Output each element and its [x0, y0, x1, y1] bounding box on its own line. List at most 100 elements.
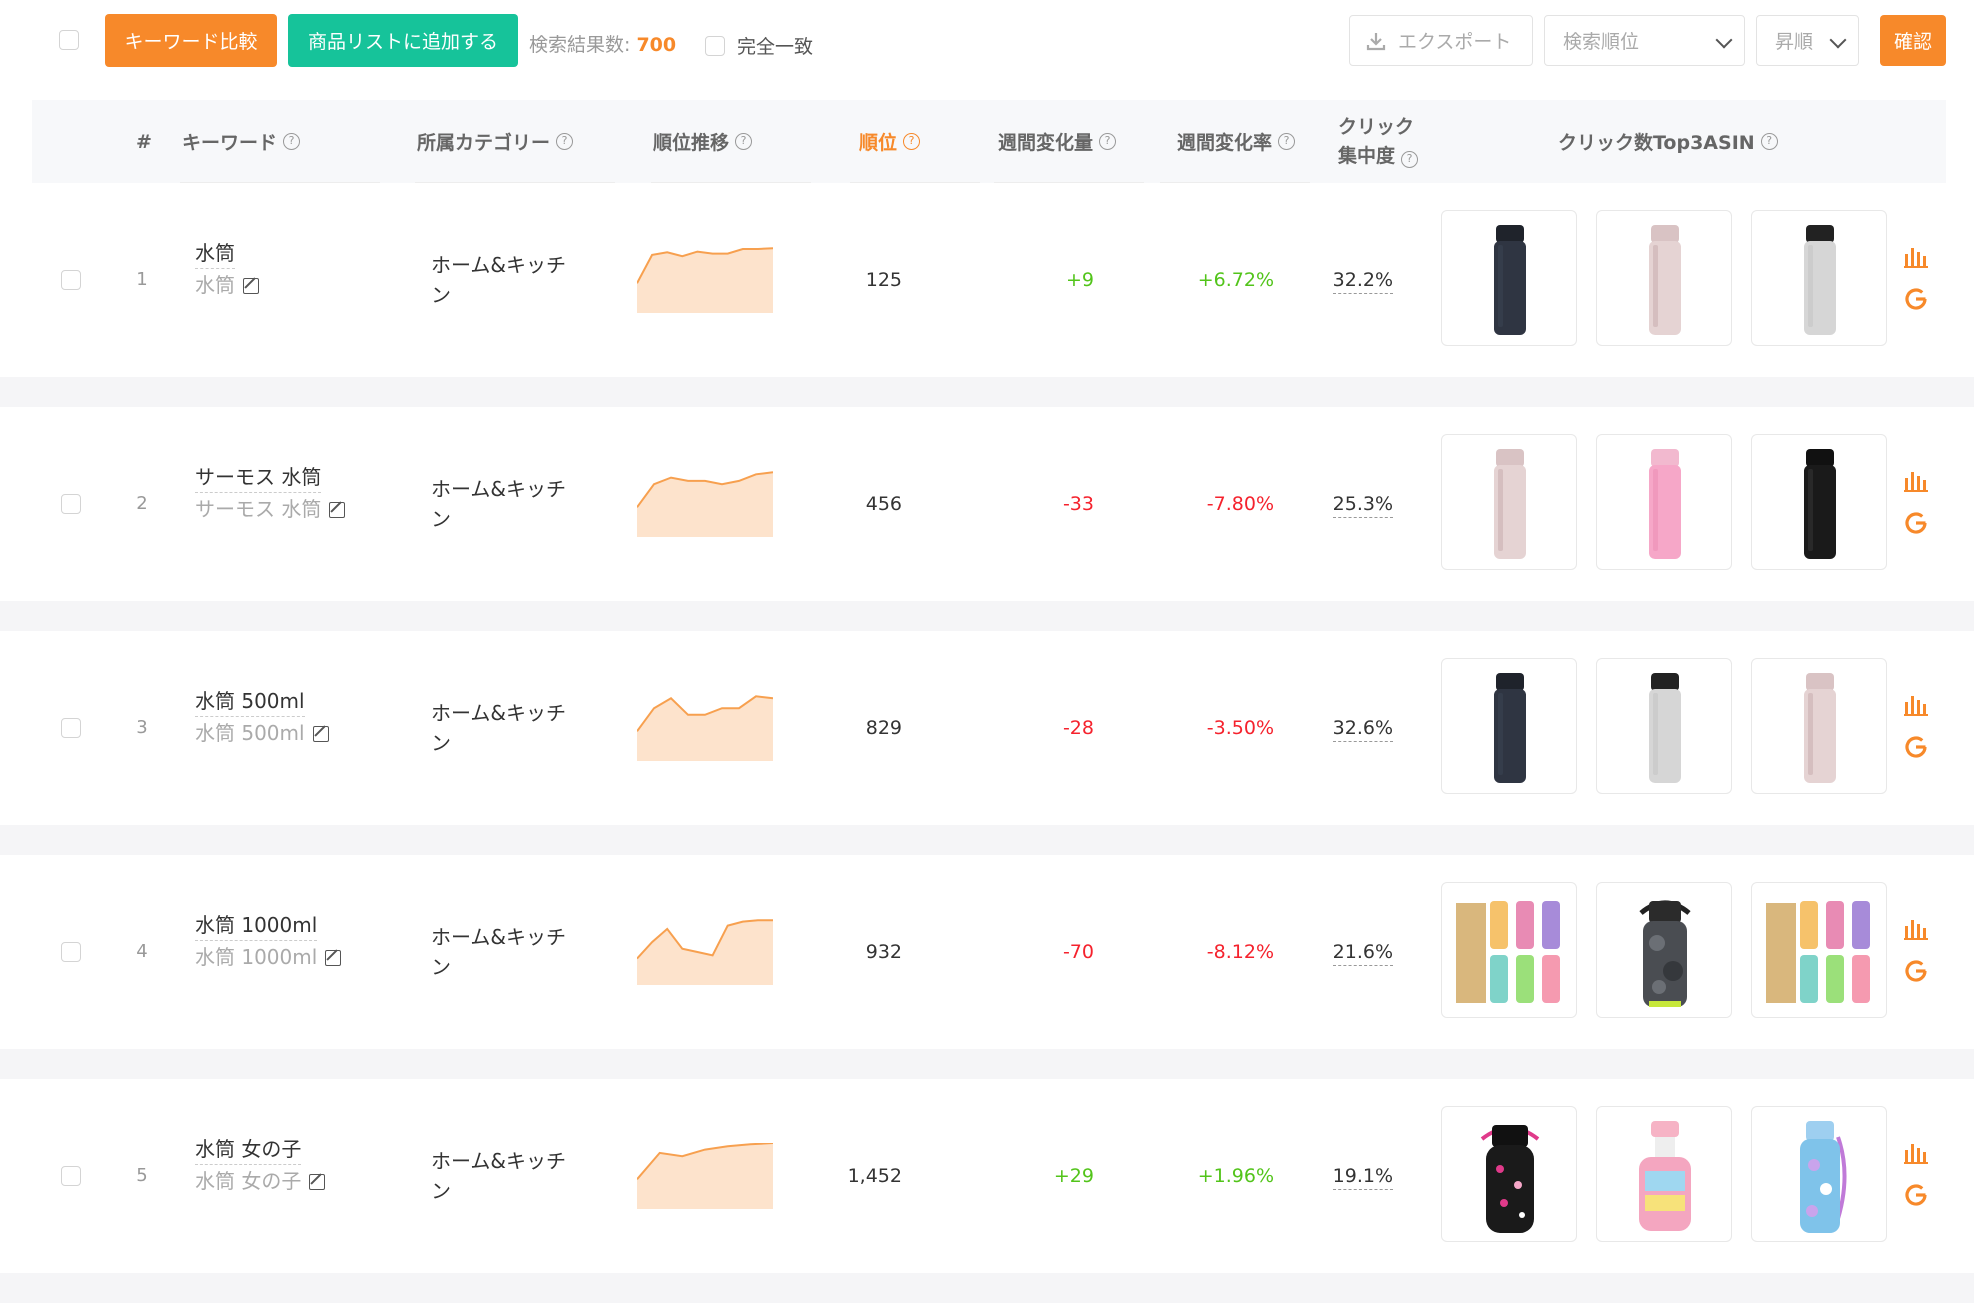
result-count: 700 [636, 34, 677, 56]
rank-trend-sparkline[interactable] [636, 471, 774, 537]
rank-trend-sparkline[interactable] [636, 695, 774, 761]
table-row[interactable]: 2 サーモス 水筒 サーモス 水筒 ホーム&キッチ ン 456 -33 -7.8… [0, 407, 1974, 601]
row-checkbox[interactable] [61, 942, 81, 962]
product-thumbnail[interactable] [1596, 210, 1732, 346]
product-thumbnail[interactable] [1751, 210, 1887, 346]
col-rank[interactable]: 順位? [859, 100, 921, 183]
table-row[interactable]: 4 水筒 1000ml 水筒 1000ml ホーム&キッチ ン 932 -70 … [0, 855, 1974, 1049]
row-checkbox[interactable] [61, 1166, 81, 1186]
click-concentration-value: 25.3% [1313, 493, 1393, 518]
product-thumbnail[interactable] [1441, 882, 1577, 1018]
col-weekly-change[interactable]: 週間変化量? [998, 100, 1117, 183]
export-button[interactable]: エクスポート [1349, 15, 1533, 66]
help-icon[interactable]: ? [556, 133, 574, 150]
keyword-link[interactable]: サーモス 水筒 [195, 461, 322, 493]
row-index: 4 [136, 941, 148, 962]
product-thumbnail[interactable] [1441, 658, 1577, 794]
product-thumbnail[interactable] [1441, 1106, 1577, 1242]
click-concentration-value: 32.6% [1313, 717, 1393, 742]
help-icon[interactable]: ? [1760, 133, 1778, 150]
product-thumbnail[interactable] [1751, 1106, 1887, 1242]
bar-chart-icon[interactable] [1904, 694, 1928, 716]
google-search-icon[interactable] [1904, 959, 1928, 983]
select-all-checkbox[interactable] [59, 30, 79, 50]
edit-icon[interactable] [243, 278, 259, 294]
rank-trend-sparkline[interactable] [636, 247, 774, 313]
sort-order-select[interactable]: 昇順 [1756, 15, 1859, 66]
google-search-icon[interactable] [1904, 735, 1928, 759]
edit-icon[interactable] [325, 950, 342, 966]
row-checkbox[interactable] [61, 270, 81, 290]
edit-icon[interactable] [312, 726, 329, 742]
col-click-concentration[interactable]: クリック 集中度? [1338, 100, 1419, 183]
bar-chart-icon[interactable] [1904, 470, 1928, 492]
col-category[interactable]: 所属カテゴリー? [417, 100, 574, 183]
col-top3-asin[interactable]: クリック数Top3ASIN? [1558, 100, 1778, 183]
row-separator [0, 825, 1974, 855]
table-row[interactable]: 3 水筒 500ml 水筒 500ml ホーム&キッチ ン 829 -28 -3… [0, 631, 1974, 825]
product-thumbnail[interactable] [1596, 658, 1732, 794]
row-checkbox[interactable] [61, 718, 81, 738]
rank-value: 829 [865, 717, 902, 739]
keyword-translation: 水筒 女の子 [195, 1165, 326, 1194]
help-icon[interactable]: ? [735, 133, 753, 150]
keyword-translation: 水筒 [195, 269, 259, 298]
keyword-link[interactable]: 水筒 女の子 [195, 1133, 302, 1165]
category-cell: ホーム&キッチ ン [431, 474, 571, 534]
product-thumbnail[interactable] [1596, 1106, 1732, 1242]
chevron-down-icon [1829, 31, 1847, 48]
bar-chart-icon[interactable] [1904, 918, 1928, 940]
col-keyword[interactable]: キーワード? [182, 100, 301, 183]
help-icon[interactable]: ? [1099, 133, 1117, 150]
help-icon[interactable]: ? [1401, 150, 1419, 168]
sort-order-value: 昇順 [1775, 31, 1814, 53]
product-thumbnail[interactable] [1441, 434, 1577, 570]
exact-match-checkbox[interactable] [705, 36, 725, 56]
edit-icon[interactable] [329, 502, 346, 518]
weekly-rate-value: -8.12% [1206, 941, 1274, 963]
help-icon[interactable]: ? [1278, 133, 1296, 150]
google-search-icon[interactable] [1904, 287, 1928, 311]
product-thumbnail[interactable] [1596, 434, 1732, 570]
bar-chart-icon[interactable] [1904, 1142, 1928, 1164]
product-thumbnail[interactable] [1751, 434, 1887, 570]
add-to-list-button[interactable]: 商品リストに追加する [288, 14, 518, 67]
table-row[interactable]: 1 水筒 水筒 ホーム&キッチ ン 125 +9 +6.72% 32.2% [0, 183, 1974, 377]
row-separator [0, 1273, 1974, 1303]
export-label: エクスポート [1398, 31, 1512, 53]
google-search-icon[interactable] [1904, 1183, 1928, 1207]
sort-field-select[interactable]: 検索順位 [1544, 15, 1745, 66]
row-checkbox[interactable] [61, 494, 81, 514]
confirm-button[interactable]: 確認 [1880, 15, 1946, 66]
category-line1: ホーム&キッチ [431, 1149, 566, 1173]
keyword-translation: 水筒 500ml [195, 717, 329, 746]
col-weekly-rate[interactable]: 週間変化率? [1177, 100, 1296, 183]
keyword-link[interactable]: 水筒 1000ml [195, 909, 318, 941]
keyword-link[interactable]: 水筒 500ml [195, 685, 305, 717]
product-thumbnail[interactable] [1441, 210, 1577, 346]
download-icon [1366, 32, 1386, 50]
help-icon[interactable]: ? [903, 133, 921, 150]
google-search-icon[interactable] [1904, 511, 1928, 535]
weekly-rate-value: +1.96% [1197, 1165, 1274, 1187]
table-row[interactable]: 5 水筒 女の子 水筒 女の子 ホーム&キッチ ン 1,452 +29 +1.9… [0, 1079, 1974, 1273]
weekly-change-value: -28 [1062, 717, 1094, 739]
result-label: 検索結果数: [529, 34, 631, 56]
keyword-compare-button[interactable]: キーワード比較 [105, 14, 277, 67]
edit-icon[interactable] [309, 1174, 326, 1190]
product-thumbnail[interactable] [1751, 882, 1887, 1018]
category-line2: ン [431, 731, 451, 755]
product-thumbnail[interactable] [1751, 658, 1887, 794]
weekly-change-value: +9 [1065, 269, 1094, 291]
col-rank-trend[interactable]: 順位推移? [653, 100, 753, 183]
product-thumbnail[interactable] [1596, 882, 1732, 1018]
rank-trend-sparkline[interactable] [636, 1142, 774, 1209]
col-index: # [136, 130, 152, 153]
weekly-rate-value: -7.80% [1206, 493, 1274, 515]
bar-chart-icon[interactable] [1904, 246, 1928, 268]
rank-trend-sparkline[interactable] [636, 919, 773, 985]
keyword-link[interactable]: 水筒 [195, 237, 235, 269]
category-cell: ホーム&キッチ ン [431, 1146, 571, 1206]
help-icon[interactable]: ? [283, 133, 301, 150]
weekly-rate-value: -3.50% [1206, 717, 1274, 739]
